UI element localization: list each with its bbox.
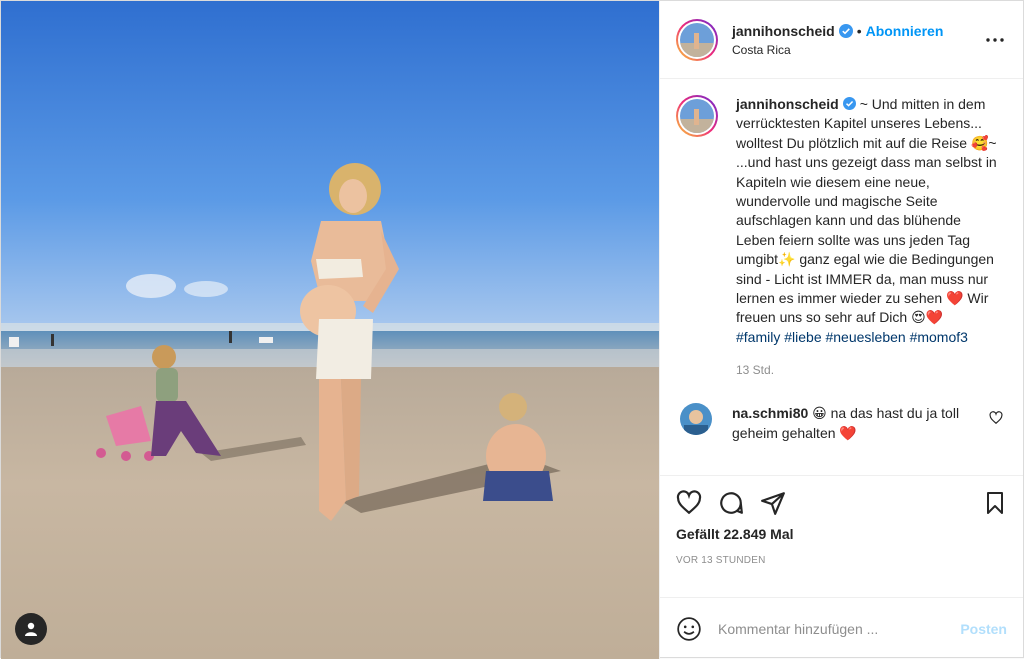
avatar-image [680, 99, 714, 133]
post-photo[interactable] [1, 1, 659, 659]
instagram-post: jannihonscheid • Abonnieren Costa Rica j… [0, 0, 1024, 659]
like-count[interactable]: Gefällt 22.849 Mal [676, 526, 1007, 542]
like-heart-icon[interactable] [676, 490, 702, 516]
bookmark-icon[interactable] [983, 490, 1007, 516]
share-paper-plane-icon[interactable] [760, 490, 786, 516]
avatar-image [680, 22, 714, 57]
commenter-avatar[interactable] [680, 402, 712, 435]
comment-like-heart-icon[interactable] [989, 410, 1003, 425]
emoji-icon[interactable] [676, 616, 702, 642]
author-username[interactable]: jannihonscheid [732, 23, 835, 39]
beach-photo [1, 1, 659, 659]
add-comment-bar: Posten [660, 597, 1023, 659]
comment-bubble-icon[interactable] [718, 490, 744, 516]
comment-item: na.schmi80 😀 na das hast du ja toll gehe… [676, 402, 1007, 443]
more-options-button[interactable] [983, 37, 1007, 42]
author-avatar[interactable] [676, 18, 718, 61]
caption-username[interactable]: jannihonscheid [736, 96, 839, 112]
action-bar: Gefällt 22.849 Mal [660, 475, 1023, 547]
caption-time[interactable]: 13 Std. [736, 361, 1001, 380]
commenter-username[interactable]: na.schmi80 [732, 405, 808, 421]
location-link[interactable]: Costa Rica [732, 43, 983, 57]
verified-badge-icon [842, 97, 856, 110]
separator: • [856, 22, 862, 39]
post-side-panel: jannihonscheid • Abonnieren Costa Rica j… [659, 1, 1023, 659]
user-tag-icon [25, 622, 37, 636]
post-header: jannihonscheid • Abonnieren Costa Rica [660, 1, 1023, 79]
verified-badge-icon [838, 23, 853, 38]
tagged-users-button[interactable] [15, 613, 47, 645]
comment-input[interactable] [718, 620, 961, 637]
caption-text: ~ Und mitten in dem verrücktesten Kapite… [736, 96, 997, 326]
caption-hashtags[interactable]: #family #liebe #neuesleben #momof3 [736, 328, 1001, 347]
caption-avatar[interactable] [676, 95, 718, 137]
comments-area: jannihonscheid ~ Und mitten in dem verrüc… [660, 79, 1023, 475]
more-horizontal-icon [986, 37, 1004, 42]
post-comment-button[interactable]: Posten [960, 621, 1007, 637]
post-timestamp[interactable]: VOR 13 STUNDEN [660, 547, 1023, 597]
follow-button[interactable]: Abonnieren [866, 23, 944, 39]
caption: jannihonscheid ~ Und mitten in dem verrüc… [676, 95, 1007, 381]
